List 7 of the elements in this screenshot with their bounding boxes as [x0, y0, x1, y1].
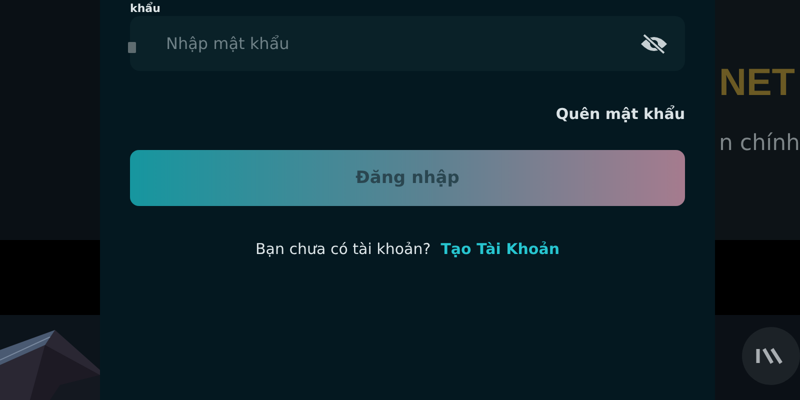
- signup-prompt: Bạn chưa có tài khoản?: [255, 240, 431, 258]
- password-label: khẩu: [130, 1, 160, 16]
- forgot-password-link[interactable]: Quên mật khẩu: [556, 105, 685, 123]
- password-field[interactable]: Nhập mật khẩu: [130, 16, 685, 71]
- headline: NET: [719, 62, 796, 105]
- signup-link[interactable]: Tạo Tài Khoản: [440, 240, 560, 258]
- subtitle: n chính: [719, 131, 800, 156]
